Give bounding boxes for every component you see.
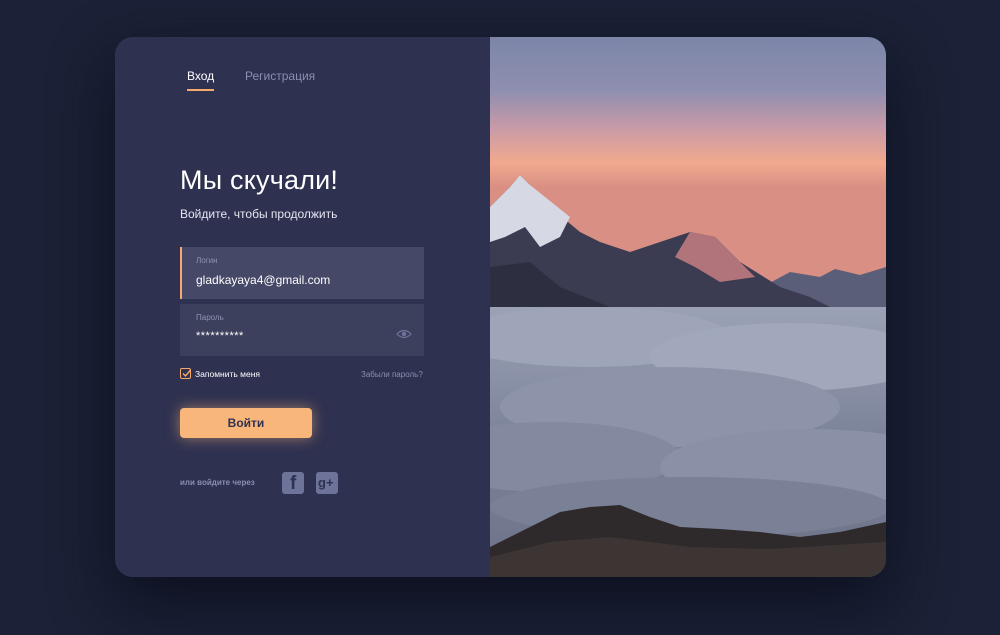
page-title: Мы скучали!: [180, 165, 339, 195]
remember-label: Запомнить меня: [195, 368, 261, 379]
password-field-label: Пароль: [196, 313, 224, 322]
login-panel: Вход Регистрация Мы скучали! Войдите, чт…: [115, 37, 490, 577]
google-plus-icon[interactable]: g+: [316, 472, 338, 494]
mountain-image: [490, 37, 886, 577]
login-field[interactable]: Логин gladkayaya4@gmail.com: [180, 247, 424, 299]
login-button[interactable]: Войти: [180, 408, 312, 438]
tab-login[interactable]: Вход: [187, 69, 215, 91]
password-field[interactable]: Пароль **********: [180, 304, 424, 356]
facebook-icon[interactable]: f: [282, 472, 304, 494]
login-field-value[interactable]: gladkayaya4@gmail.com: [196, 273, 330, 287]
social-login-label: или войдите через: [180, 478, 255, 487]
remember-me[interactable]: Запомнить меня: [180, 368, 260, 379]
password-field-value[interactable]: **********: [196, 330, 244, 342]
remember-checkbox[interactable]: [180, 368, 192, 379]
eye-icon[interactable]: [396, 326, 412, 339]
login-card: Вход Регистрация Мы скучали! Войдите, чт…: [115, 37, 886, 577]
login-field-label: Логин: [196, 256, 218, 265]
forgot-password-link[interactable]: Забыли пароль?: [361, 370, 423, 379]
tab-register[interactable]: Регистрация: [245, 69, 315, 89]
check-icon: [182, 369, 192, 378]
page-subtitle: Войдите, чтобы продолжить: [180, 207, 338, 221]
